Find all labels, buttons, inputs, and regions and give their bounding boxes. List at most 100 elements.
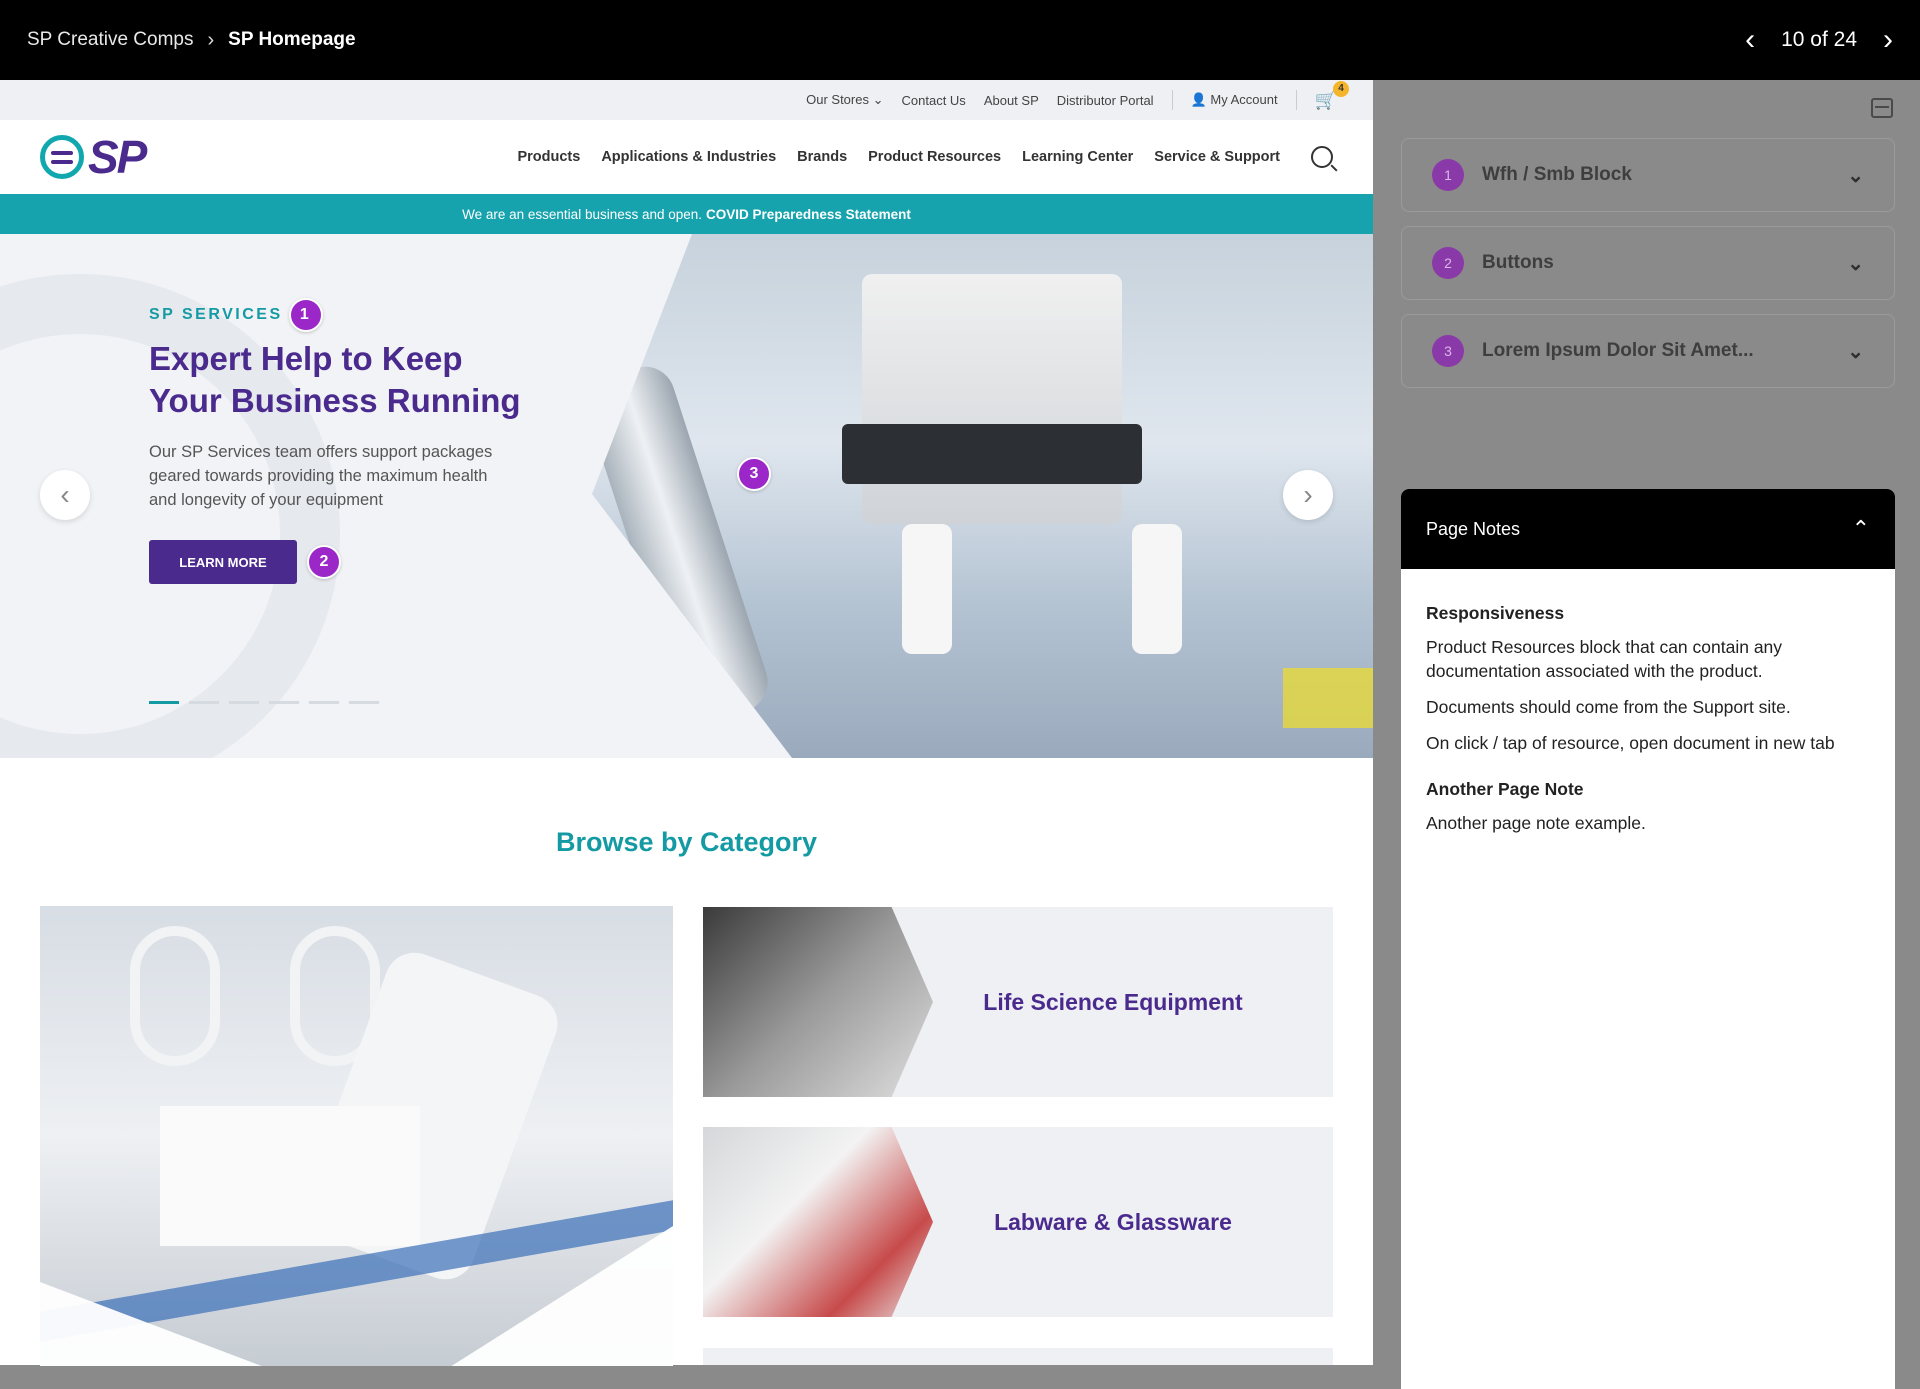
- covid-statement-link[interactable]: COVID Preparedness Statement: [706, 207, 911, 222]
- carousel-dots: [149, 701, 379, 704]
- note-heading: Another Page Note: [1426, 779, 1584, 799]
- hero-eyebrow: SP SERVICES 1: [149, 298, 549, 332]
- hero-image-part: [862, 274, 1122, 524]
- search-icon[interactable]: [1311, 146, 1333, 168]
- hero-image: [592, 234, 1373, 758]
- chevron-down-icon: ⌄: [1847, 340, 1864, 363]
- category-image-part: [130, 926, 220, 1066]
- user-icon: 👤: [1190, 92, 1207, 107]
- hero-image-part: [592, 358, 776, 730]
- nav-learning-center[interactable]: Learning Center: [1022, 149, 1133, 165]
- carousel-dot[interactable]: [269, 701, 299, 704]
- panel-menu-icon[interactable]: [1871, 98, 1893, 118]
- notes-panel: 1 Wfh / Smb Block ⌄ 2 Buttons ⌄ 3 Lorem …: [1373, 80, 1920, 1389]
- hero-title-line1: Expert Help to Keep: [149, 340, 463, 377]
- note-pin-1[interactable]: 1: [288, 298, 323, 332]
- nav-product-resources[interactable]: Product Resources: [868, 149, 1001, 165]
- nav-products[interactable]: Products: [517, 149, 580, 165]
- learn-more-button[interactable]: LEARN MORE: [149, 540, 297, 584]
- chevron-down-icon: ⌄: [1847, 164, 1864, 187]
- pager-count: 10 of 24: [1781, 28, 1857, 51]
- hero-image-part: [1283, 668, 1373, 728]
- note-text: Product Resources block that can contain…: [1426, 637, 1783, 681]
- category-card-life-science[interactable]: Life Science Equipment: [703, 907, 1333, 1097]
- carousel-dot[interactable]: [189, 701, 219, 704]
- chevron-up-icon: ⌃: [1851, 516, 1870, 541]
- carousel-dot[interactable]: [149, 701, 179, 704]
- contact-us-link[interactable]: Contact Us: [902, 93, 966, 108]
- hero-image-part: [1132, 524, 1182, 654]
- breadcrumb-parent[interactable]: SP Creative Comps: [27, 29, 194, 51]
- category-thumb: [703, 907, 933, 1097]
- accordion-number: 2: [1432, 247, 1464, 279]
- accordion-label: Lorem Ipsum Dolor Sit Amet...: [1482, 340, 1754, 361]
- accordion-label: Buttons: [1482, 252, 1554, 273]
- nav-brands[interactable]: Brands: [797, 149, 847, 165]
- breadcrumb-current: SP Homepage: [228, 29, 356, 50]
- utility-nav: Our Stores ⌄ Contact Us About SP Distrib…: [0, 80, 1373, 120]
- category-label: Labware & Glassware: [994, 1208, 1232, 1235]
- covid-banner: We are an essential business and open. C…: [0, 194, 1373, 234]
- note-pin-2[interactable]: 2: [307, 545, 341, 579]
- main-nav: SP Products Applications & Industries Br…: [0, 120, 1373, 194]
- category-feature-image[interactable]: [40, 906, 673, 1366]
- chevron-down-icon: ⌄: [872, 92, 884, 107]
- accordion-item-1[interactable]: 1 Wfh / Smb Block ⌄: [1401, 138, 1895, 212]
- logo-mark-icon: [40, 135, 84, 179]
- category-card-labware[interactable]: Labware & Glassware: [703, 1127, 1333, 1317]
- carousel-next-icon[interactable]: ›: [1283, 470, 1333, 520]
- page-notes-header[interactable]: Page Notes ⌃: [1401, 489, 1895, 569]
- accordion-label: Wfh / Smb Block: [1482, 164, 1632, 185]
- top-bar: SP Creative Comps › SP Homepage ‹ 10 of …: [0, 0, 1920, 80]
- breadcrumb: SP Creative Comps › SP Homepage: [27, 29, 356, 52]
- page-notes-body: Responsiveness Product Resources block t…: [1401, 569, 1895, 879]
- chevron-down-icon: ⌄: [1847, 252, 1864, 275]
- hero-body: Our SP Services team offers support pack…: [149, 443, 493, 509]
- my-account-label: My Account: [1210, 92, 1278, 107]
- about-sp-link[interactable]: About SP: [984, 93, 1039, 108]
- note-heading: Responsiveness: [1426, 603, 1565, 623]
- page-notes-title: Page Notes: [1426, 518, 1521, 539]
- logo-text: SP: [88, 131, 147, 183]
- sp-logo[interactable]: SP: [40, 130, 147, 184]
- note-pin-3[interactable]: 3: [737, 457, 771, 491]
- breadcrumb-separator-icon: ›: [207, 28, 215, 51]
- carousel-dot[interactable]: [229, 701, 259, 704]
- category-thumb: [703, 1127, 933, 1317]
- note-text: Another page note example.: [1426, 813, 1646, 833]
- nav-service-support[interactable]: Service & Support: [1154, 149, 1280, 165]
- carousel-prev-icon[interactable]: ‹: [40, 470, 90, 520]
- nav-applications-industries[interactable]: Applications & Industries: [601, 149, 776, 165]
- page-pager: ‹ 10 of 24 ›: [1745, 25, 1893, 55]
- browse-title: Browse by Category: [555, 827, 818, 857]
- hero-image-part: [842, 424, 1142, 484]
- divider: [1171, 90, 1173, 110]
- category-label: Life Science Equipment: [983, 988, 1243, 1015]
- carousel-dot[interactable]: [309, 701, 339, 704]
- cart-icon[interactable]: 🛒 4: [1315, 80, 1349, 111]
- hero-image-part: [902, 524, 952, 654]
- covid-banner-text: We are an essential business and open.: [462, 206, 703, 222]
- cart-count-badge: 4: [1333, 80, 1349, 97]
- hero-copy: SP SERVICES 1 Expert Help to Keep Your B…: [149, 298, 549, 584]
- hero-title: Expert Help to Keep Your Business Runnin…: [149, 338, 549, 422]
- carousel-dot[interactable]: [349, 701, 379, 704]
- our-stores-link[interactable]: Our Stores ⌄: [806, 92, 883, 108]
- my-account-link[interactable]: 👤 My Account: [1191, 92, 1278, 108]
- chevron-left-icon[interactable]: ‹: [1745, 25, 1755, 55]
- page-notes: Page Notes ⌃ Responsiveness Product Reso…: [1401, 489, 1895, 1389]
- cta-row: LEARN MORE 2: [149, 540, 549, 584]
- category-image-part: [160, 1106, 420, 1246]
- hero-title-line2: Your Business Running: [149, 382, 521, 419]
- our-stores-label: Our Stores: [806, 92, 869, 107]
- accordion-number: 3: [1432, 335, 1464, 367]
- hero-carousel: SP SERVICES 1 Expert Help to Keep Your B…: [0, 234, 1373, 758]
- accordion-item-2[interactable]: 2 Buttons ⌄: [1401, 226, 1895, 300]
- note-text: Documents should come from the Support s…: [1426, 697, 1791, 717]
- accordion-item-3[interactable]: 3 Lorem Ipsum Dolor Sit Amet... ⌄: [1401, 314, 1895, 388]
- category-card-partial[interactable]: [703, 1348, 1333, 1365]
- chevron-right-icon[interactable]: ›: [1883, 25, 1893, 55]
- divider: [1295, 90, 1297, 110]
- distributor-portal-link[interactable]: Distributor Portal: [1057, 93, 1154, 108]
- accordion-number: 1: [1432, 159, 1464, 191]
